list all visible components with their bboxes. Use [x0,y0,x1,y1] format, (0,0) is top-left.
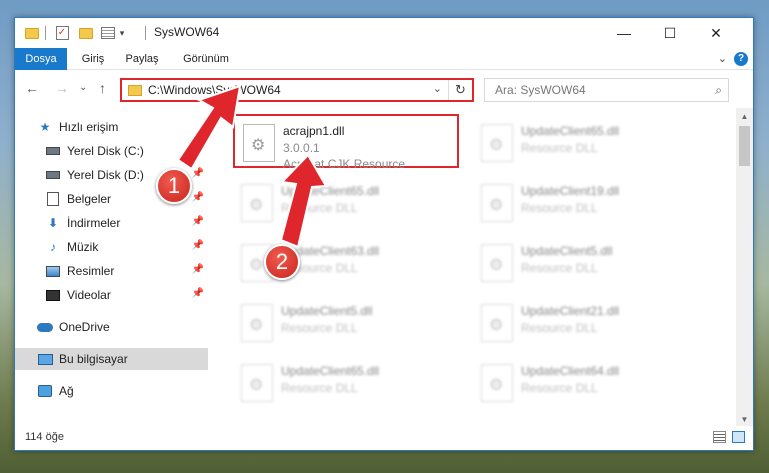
callout-arrows [176,84,328,249]
callout-badge-2: 2 [264,244,300,280]
callout-badge-1: 1 [156,168,192,204]
arrow-2-icon [279,153,328,249]
arrow-1-icon [176,84,242,178]
